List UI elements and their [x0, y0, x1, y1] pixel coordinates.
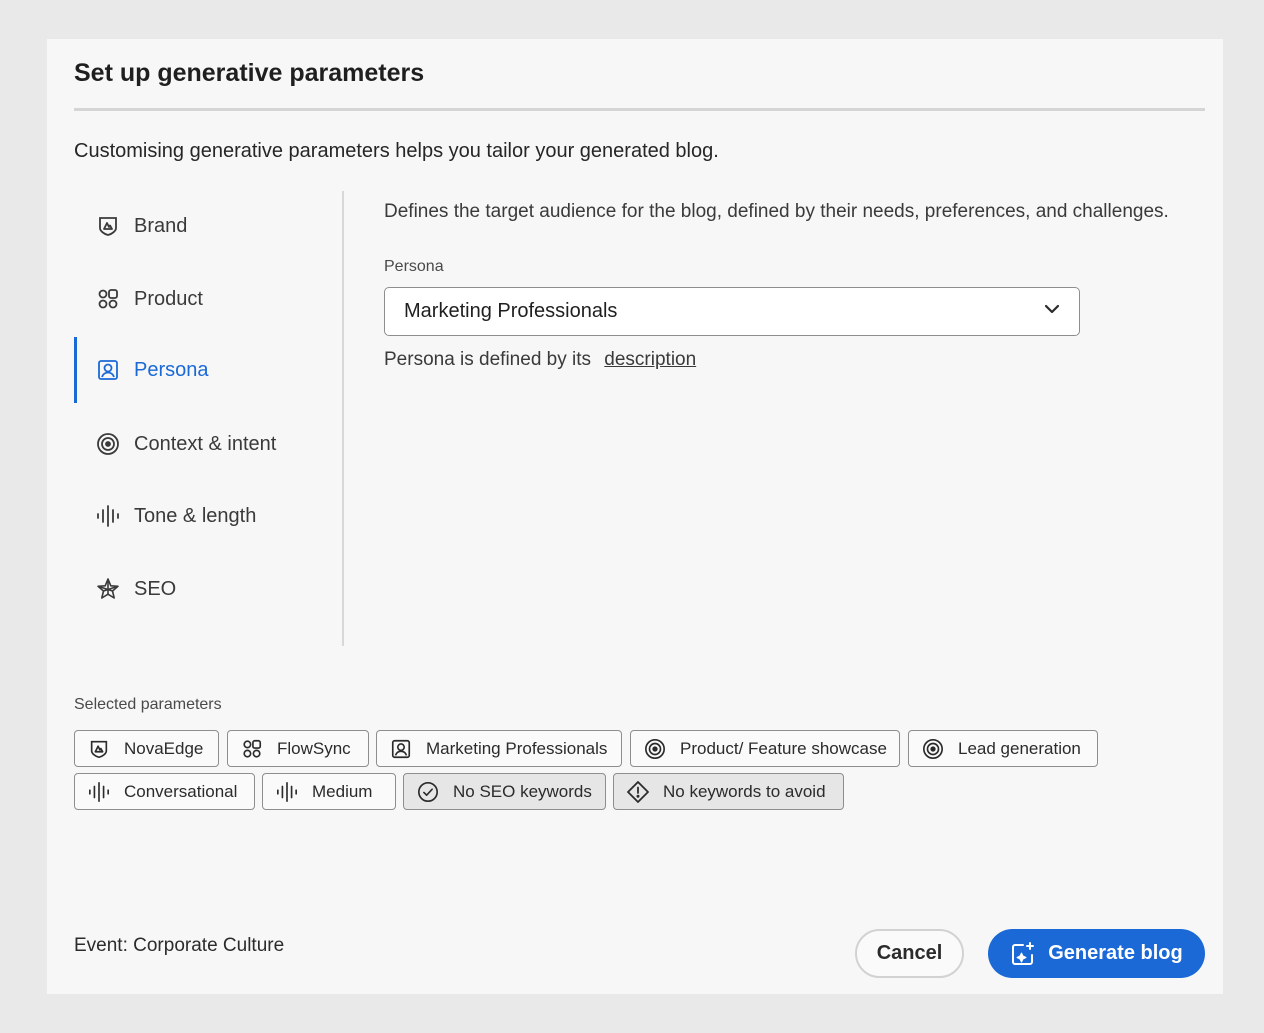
chip-tone[interactable]: Conversational [74, 773, 255, 810]
chip-product[interactable]: FlowSync [227, 730, 369, 767]
parameter-nav: Brand Product Persona Context & intent T… [74, 191, 344, 646]
nav-label-brand: Brand [134, 214, 188, 237]
product-icon [95, 286, 121, 312]
nav-separator [342, 191, 344, 646]
description-link[interactable]: description [604, 349, 696, 370]
chip-label: FlowSync [277, 738, 351, 758]
selected-parameters-label: Selected parameters [74, 696, 222, 713]
generate-blog-button[interactable]: Generate blog [988, 929, 1205, 978]
nav-item-persona[interactable]: Persona [74, 337, 339, 403]
waveform-icon [95, 503, 121, 529]
chip-label: Lead generation [958, 738, 1081, 758]
nav-label-seo: SEO [134, 577, 177, 600]
persona-select-value: Marketing Professionals [404, 300, 618, 322]
persona-icon [389, 737, 413, 761]
target-icon [921, 737, 945, 761]
chip-label: No keywords to avoid [663, 781, 826, 801]
brand-icon [87, 737, 111, 761]
chip-seo-keywords[interactable]: No SEO keywords [403, 773, 606, 810]
chip-label: Medium [312, 781, 373, 801]
persona-field-label: Persona [384, 258, 444, 275]
chip-persona[interactable]: Marketing Professionals [376, 730, 622, 767]
persona-description: Defines the target audience for the blog… [384, 201, 1169, 222]
chip-label: Product/ Feature showcase [680, 738, 887, 758]
nav-item-brand[interactable]: Brand [74, 193, 339, 259]
chip-label: No SEO keywords [453, 781, 592, 801]
target-icon [643, 737, 667, 761]
persona-icon [95, 357, 121, 383]
event-label: Event: Corporate Culture [74, 935, 285, 956]
chip-label: Conversational [124, 781, 238, 801]
nav-item-seo[interactable]: SEO [74, 556, 339, 622]
cancel-button[interactable]: Cancel [855, 929, 964, 978]
nav-label-context-intent: Context & intent [134, 432, 277, 455]
chip-brand[interactable]: NovaEdge [74, 730, 219, 767]
chip-context[interactable]: Product/ Feature showcase [630, 730, 900, 767]
chevron-down-icon [1043, 300, 1061, 324]
dialog-title: Set up generative parameters [74, 59, 425, 87]
generate-blog-label: Generate blog [1048, 942, 1183, 964]
generate-sparkle-icon [1010, 941, 1036, 967]
dialog-subtitle: Customising generative parameters helps … [74, 140, 719, 162]
chip-intent[interactable]: Lead generation [908, 730, 1098, 767]
waveform-icon [87, 780, 111, 804]
nav-item-product[interactable]: Product [74, 266, 339, 332]
waveform-icon [275, 780, 299, 804]
target-icon [95, 431, 121, 457]
nav-item-context-intent[interactable]: Context & intent [74, 411, 339, 477]
check-circle-icon [416, 780, 440, 804]
nav-label-product: Product [134, 287, 203, 310]
brand-icon [95, 213, 121, 239]
alert-diamond-icon [626, 780, 650, 804]
chip-avoid-keywords[interactable]: No keywords to avoid [613, 773, 844, 810]
product-icon [240, 737, 264, 761]
seo-icon [95, 576, 121, 602]
title-divider [74, 108, 1205, 111]
nav-item-tone-length[interactable]: Tone & length [74, 483, 339, 549]
chip-label: NovaEdge [124, 738, 204, 758]
chip-length[interactable]: Medium [262, 773, 396, 810]
chip-label: Marketing Professionals [426, 738, 608, 758]
persona-select[interactable]: Marketing Professionals [384, 287, 1080, 336]
nav-label-persona: Persona [134, 358, 209, 381]
persona-note: Persona is defined by its description [384, 349, 696, 371]
nav-label-tone-length: Tone & length [134, 504, 257, 527]
persona-note-text: Persona is defined by its [384, 349, 592, 370]
dialog: Set up generative parameters Customising… [47, 39, 1223, 994]
